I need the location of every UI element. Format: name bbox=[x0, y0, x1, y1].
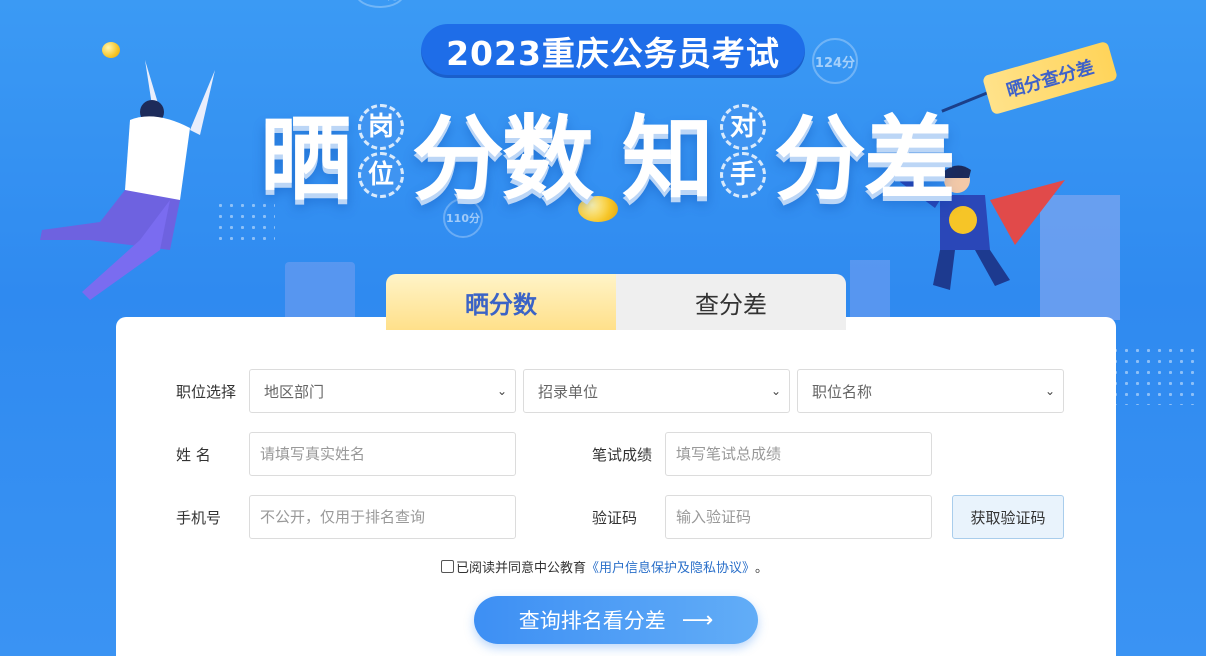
headline-part: 知 bbox=[622, 105, 714, 213]
agree-checkbox[interactable] bbox=[441, 560, 454, 573]
headline-part: 分差 bbox=[774, 105, 956, 213]
tab-check-gap[interactable]: 查分差 bbox=[616, 274, 846, 330]
score-diff-tag: 晒分查分差 bbox=[982, 40, 1118, 116]
exam-title-pill: 2023重庆公务员考试 bbox=[421, 24, 805, 78]
badge-char: 手 bbox=[720, 152, 767, 198]
agree-end: 。 bbox=[755, 561, 769, 576]
query-rank-button[interactable]: 查询排名看分差 ⟶ bbox=[474, 596, 758, 644]
badge-char: 位 bbox=[358, 152, 405, 198]
tab-share-score[interactable]: 晒分数 bbox=[386, 274, 616, 330]
phone-code-row: 手机号 验证码 bbox=[176, 495, 932, 539]
mode-tabs: 晒分数 查分差 bbox=[386, 274, 846, 330]
submit-label: 查询排名看分差 bbox=[518, 609, 666, 633]
code-label: 验证码 bbox=[592, 508, 638, 527]
position-row: 职位选择 地区部门 ⌄ 招录单位 ⌄ 职位名称 ⌄ bbox=[176, 369, 1071, 413]
score-input[interactable] bbox=[665, 432, 932, 476]
phone-label: 手机号 bbox=[176, 508, 222, 527]
headline-badge-rival: 对 手 bbox=[716, 103, 770, 199]
unit-select[interactable]: 招录单位 ⌄ bbox=[523, 369, 790, 413]
badge-char: 岗 bbox=[358, 104, 405, 150]
building-decoration bbox=[850, 260, 890, 320]
dot-pattern bbox=[1110, 345, 1200, 405]
arrow-right-icon: ⟶ bbox=[681, 607, 714, 633]
headline-part: 晒 bbox=[260, 105, 352, 213]
position-label: 职位选择 bbox=[176, 382, 237, 401]
jumping-person-illustration bbox=[40, 60, 215, 300]
privacy-policy-link[interactable]: 《用户信息保护及隐私协议》 bbox=[586, 557, 755, 576]
agree-text: 已阅读并同意中公教育 bbox=[456, 561, 587, 576]
headline-part: 分数 bbox=[412, 105, 594, 213]
headline-badge-post: 岗 位 bbox=[354, 103, 408, 199]
chevron-down-icon: ⌄ bbox=[496, 384, 507, 398]
score-bubble: 131分 bbox=[355, 0, 405, 8]
score-form-card: 职位选择 地区部门 ⌄ 招录单位 ⌄ 职位名称 ⌄ 姓 名 笔试成绩 手机号 验… bbox=[116, 317, 1116, 656]
region-select[interactable]: 地区部门 ⌄ bbox=[249, 369, 516, 413]
verification-code-input[interactable] bbox=[665, 495, 932, 539]
region-select-value: 地区部门 bbox=[264, 382, 325, 401]
name-input[interactable] bbox=[249, 432, 516, 476]
score-label: 笔试成绩 bbox=[592, 445, 653, 464]
unit-select-value: 招录单位 bbox=[538, 382, 599, 401]
chevron-down-icon: ⌄ bbox=[770, 384, 781, 398]
agreement: 已阅读并同意中公教育 《用户信息保护及隐私协议》 。 bbox=[441, 557, 768, 576]
hero-headline: 晒 岗 位 分数 知 对 手 分差 bbox=[260, 96, 956, 213]
chevron-down-icon: ⌄ bbox=[1044, 384, 1055, 398]
position-select[interactable]: 职位名称 ⌄ bbox=[797, 369, 1064, 413]
badge-char: 对 bbox=[720, 104, 767, 150]
name-label: 姓 名 bbox=[176, 445, 211, 464]
get-code-button[interactable]: 获取验证码 bbox=[952, 495, 1064, 539]
building-decoration bbox=[285, 262, 355, 322]
position-select-value: 职位名称 bbox=[812, 382, 873, 401]
score-bubble: 124分 bbox=[812, 38, 858, 84]
phone-input[interactable] bbox=[249, 495, 516, 539]
name-score-row: 姓 名 笔试成绩 bbox=[176, 432, 932, 476]
